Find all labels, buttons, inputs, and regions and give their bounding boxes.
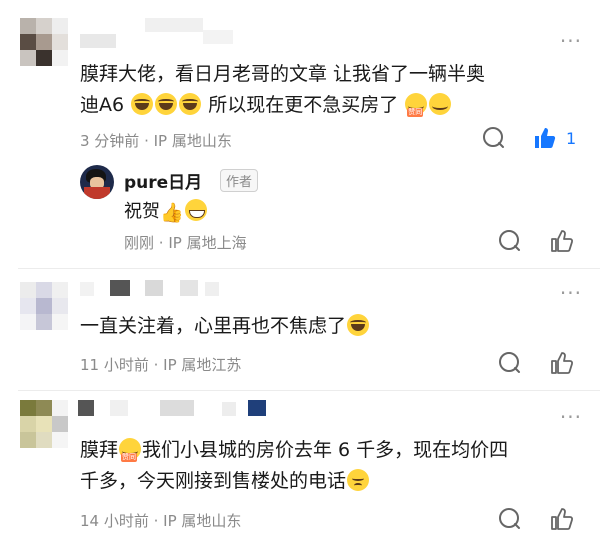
- comment-time: 3 分钟前: [80, 132, 140, 150]
- comment-bubble-icon[interactable]: [498, 229, 522, 257]
- thumbs-up-icon[interactable]: [550, 229, 574, 257]
- username-blurred: [110, 280, 130, 296]
- comment-bubble-icon[interactable]: [498, 507, 522, 535]
- username-blurred[interactable]: [80, 34, 116, 48]
- reply-time: 刚刚: [124, 234, 155, 252]
- reply-text: 祝贺👍: [124, 196, 208, 229]
- comment-text: 迪A6 所以现在更不急买房了 赞同: [80, 89, 452, 121]
- more-horizontal-icon[interactable]: ···: [560, 283, 582, 303]
- comment-text: 膜拜 赞同 我们小县城的房价去年 6 千多，现在均价四: [80, 438, 509, 462]
- username-blurred: [222, 402, 236, 416]
- avatar[interactable]: [20, 18, 68, 66]
- divider: [18, 390, 600, 391]
- like-count: 1: [566, 129, 577, 148]
- more-horizontal-icon[interactable]: ···: [560, 407, 582, 427]
- comment-location: · IP 属地山东: [153, 512, 242, 530]
- tearful-agree-emoji-icon: 赞同: [405, 93, 428, 117]
- laughing-tears-emoji-icon: [347, 314, 370, 336]
- author-name[interactable]: pure日月: [124, 168, 202, 193]
- username-blurred: [248, 400, 266, 416]
- username-blurred: [203, 30, 233, 44]
- avatar[interactable]: [20, 400, 68, 448]
- thumbs-up-emoji-icon: 👍: [160, 202, 184, 224]
- thumbs-up-icon[interactable]: [533, 126, 557, 154]
- laughing-tears-emoji-icon: [131, 93, 154, 115]
- username-blurred: [110, 400, 128, 416]
- avatar[interactable]: [20, 282, 68, 330]
- divider: [18, 268, 600, 269]
- username-blurred: [180, 280, 198, 296]
- username-blurred[interactable]: [78, 400, 94, 416]
- relieved-emoji-icon: [347, 469, 370, 491]
- username-blurred[interactable]: [80, 282, 94, 296]
- comment-text: 膜拜大佬，看日月老哥的文章 让我省了一辆半奥: [80, 63, 486, 85]
- comment-meta: 11 小时前 · IP 属地江苏: [80, 354, 241, 375]
- laughing-tears-emoji-icon: [155, 93, 178, 115]
- comment-meta: 3 分钟前 · IP 属地山东: [80, 130, 232, 151]
- grinning-emoji-icon: [184, 199, 207, 221]
- comment-location: · IP 属地江苏: [153, 356, 242, 374]
- tearful-agree-emoji-icon: 赞同: [119, 438, 142, 462]
- username-blurred: [160, 400, 194, 416]
- thumbs-up-icon[interactable]: [550, 351, 574, 379]
- comment-time: 11 小时前: [80, 356, 149, 374]
- comment-text: 千多，今天刚接到售楼处的电话: [80, 465, 370, 497]
- comment-time: 14 小时前: [80, 512, 149, 530]
- username-blurred: [205, 282, 219, 296]
- comment-bubble-icon[interactable]: [482, 126, 506, 154]
- thumbs-up-icon[interactable]: [550, 507, 574, 535]
- comment-meta: 14 小时前 · IP 属地山东: [80, 510, 241, 531]
- author-avatar[interactable]: [80, 165, 114, 199]
- username-blurred: [145, 18, 203, 32]
- author-badge: 作者: [220, 169, 259, 192]
- comment-text: 一直关注着，心里再也不焦虑了: [80, 310, 370, 342]
- more-horizontal-icon[interactable]: ···: [560, 31, 582, 51]
- comment-location: · IP 属地山东: [144, 132, 232, 150]
- reply-location: · IP 属地上海: [158, 234, 247, 252]
- laughing-tears-emoji-icon: [179, 93, 202, 115]
- username-blurred: [145, 280, 163, 296]
- reply-meta: 刚刚 · IP 属地上海: [124, 232, 247, 253]
- comment-bubble-icon[interactable]: [498, 351, 522, 379]
- tearful-emoji-icon: [429, 93, 452, 115]
